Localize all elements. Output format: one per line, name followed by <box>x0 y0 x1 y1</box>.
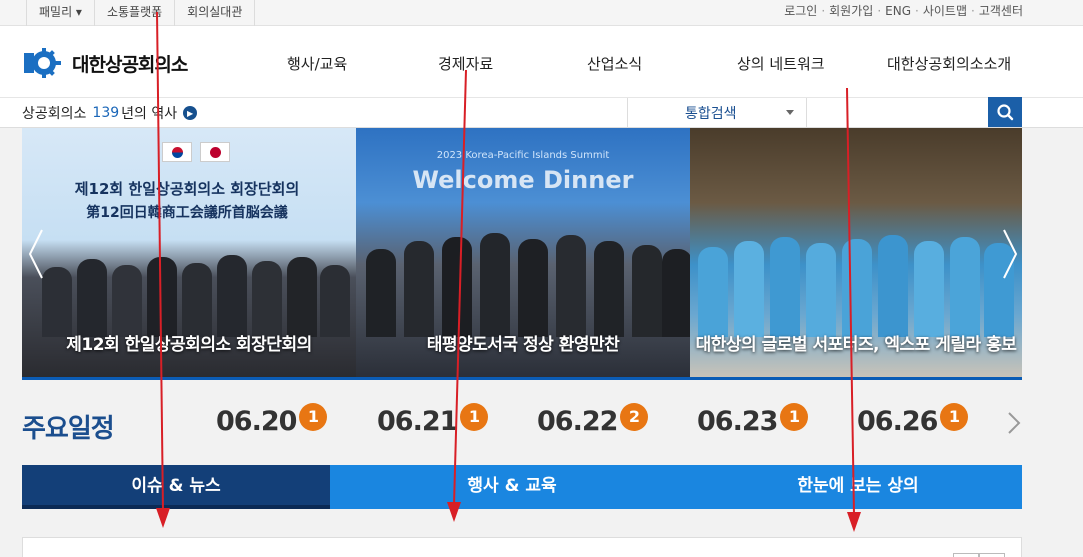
schedule-date: 06.22 <box>537 406 618 437</box>
chevron-right-icon[interactable] <box>1006 410 1022 436</box>
banner-slide[interactable]: 제12회 한일상공회의소 회장단회의 第12回日韓商工会議所首脳会議 제12회 … <box>22 128 356 377</box>
content-tabs: 이슈 & 뉴스 행사 & 교육 한눈에 보는 상의 <box>22 465 1022 509</box>
dropdown-caret-icon <box>786 110 794 115</box>
schedule-date: 06.20 <box>216 406 297 437</box>
schedule-date-item[interactable]: 06.23 1 <box>697 402 809 437</box>
nav-chamber-network[interactable]: 상의 네트워크 <box>737 26 825 102</box>
sub-bar: 상공회의소 139 년의 역사 ▶ 통합검색 <box>0 98 1083 128</box>
banner-slide[interactable]: 대한상의 글로벌 서포터즈, 엑스포 게릴라 홍보 <box>690 128 1022 377</box>
slide-headline: 제12회 한일상공회의소 회장단회의 <box>74 180 300 198</box>
sitemap-link[interactable]: 사이트맵 <box>923 0 967 22</box>
family-menu[interactable]: 패밀리 ▾ <box>26 0 95 26</box>
nav-events-education[interactable]: 행사/교육 <box>287 26 347 102</box>
separator: · <box>971 4 975 18</box>
schedule-date-item[interactable]: 06.20 1 <box>216 402 328 437</box>
top-utility-bar: 패밀리 ▾ 소통플랫폼 회의실대관 로그인 · 회원가입 · ENG · 사이트맵 · … <box>0 0 1083 26</box>
logo-text: 대한상공회의소 <box>72 53 188 76</box>
schedule-title: 주요일정 <box>22 414 115 444</box>
slide-welcome-text: Welcome Dinner <box>412 166 634 194</box>
search-input[interactable] <box>808 98 988 128</box>
meeting-room-rental-link[interactable]: 회의실대관 <box>175 0 256 26</box>
japan-flag <box>200 142 230 162</box>
tab-issue-news[interactable]: 이슈 & 뉴스 <box>22 465 330 509</box>
schedule-date: 06.21 <box>377 406 458 437</box>
schedule-count-badge: 1 <box>299 402 328 431</box>
search-icon <box>997 104 1014 121</box>
main-banner-carousel: 제12회 한일상공회의소 회장단회의 第12回日韓商工会議所首脳会議 제12회 … <box>22 128 1022 380</box>
tab-chamber-at-a-glance[interactable]: 한눈에 보는 상의 <box>694 465 1022 509</box>
site-logo[interactable]: 대한상공회의소 <box>22 47 188 79</box>
slide-summit-text: 2023 Korea-Pacific Islands Summit <box>436 150 610 161</box>
slide-caption: 태평양도서국 정상 환영만찬 <box>426 335 620 355</box>
annotation-arrowhead <box>847 512 861 532</box>
site-header: 대한상공회의소 행사/교육 경제자료 산업소식 상의 네트워크 대한상공회의소소… <box>0 26 1083 98</box>
utility-links: 로그인 · 회원가입 · ENG · 사이트맵 · 고객센터 <box>784 0 1023 22</box>
slide-caption: 대한상의 글로벌 서포터즈, 엑스포 게릴라 홍보 <box>695 335 1017 355</box>
tab-events-education[interactable]: 행사 & 교육 <box>330 465 694 509</box>
nav-economic-data[interactable]: 경제자료 <box>438 26 493 102</box>
slide-caption: 제12회 한일상공회의소 회장단회의 <box>66 335 312 355</box>
slide-subheadline: 第12回日韓商工会議所首脳会議 <box>86 205 288 221</box>
history-link[interactable]: 상공회의소 139 년의 역사 ▶ <box>22 103 198 123</box>
korea-flag <box>162 142 192 162</box>
separator: · <box>821 4 826 18</box>
communication-platform-link[interactable]: 소통플랫폼 <box>95 0 176 26</box>
history-suffix: 년의 역사 <box>121 106 178 122</box>
page: 패밀리 ▾ 소통플랫폼 회의실대관 로그인 · 회원가입 · ENG · 사이트맵 · … <box>0 0 1083 557</box>
photo-people <box>356 227 690 337</box>
photo-people <box>22 227 356 337</box>
chevron-left-icon[interactable] <box>26 226 46 282</box>
schedule-count-badge: 2 <box>620 402 649 431</box>
search-button[interactable] <box>988 97 1022 127</box>
history-prefix: 상공회의소 <box>22 106 87 122</box>
customer-center-link[interactable]: 고객센터 <box>979 0 1023 22</box>
tab-content-panel <box>22 537 1022 557</box>
nav-industry-news[interactable]: 산업소식 <box>587 26 642 102</box>
schedule-date: 06.26 <box>857 406 938 437</box>
pager-prev-button[interactable] <box>953 553 979 557</box>
search-scope-label: 통합검색 <box>685 106 737 122</box>
banner-slide[interactable]: 2023 Korea-Pacific Islands Summit Welcom… <box>356 128 690 377</box>
schedule-date-item[interactable]: 06.26 1 <box>857 402 969 437</box>
search-scope-select[interactable]: 통합검색 <box>627 98 807 128</box>
english-link[interactable]: ENG <box>885 0 911 22</box>
signup-link[interactable]: 회원가입 <box>829 0 873 22</box>
schedule-count-badge: 1 <box>460 402 489 431</box>
schedule-date-item[interactable]: 06.22 2 <box>537 402 649 437</box>
kcci-logo-icon <box>24 48 61 78</box>
login-link[interactable]: 로그인 <box>784 0 817 22</box>
schedule-date-item[interactable]: 06.21 1 <box>377 402 489 437</box>
history-years: 139 <box>92 105 120 121</box>
schedule-count-badge: 1 <box>940 402 969 431</box>
family-site-links: 패밀리 ▾ 소통플랫폼 회의실대관 <box>26 0 256 26</box>
key-schedule: 주요일정 06.20 1 06.21 1 06.22 2 06.23 1 06.… <box>22 398 1022 448</box>
play-circle-icon[interactable]: ▶ <box>183 106 198 120</box>
photo-people <box>690 227 1022 337</box>
schedule-date: 06.23 <box>697 406 778 437</box>
pager-next-button[interactable] <box>979 553 1005 557</box>
schedule-count-badge: 1 <box>780 402 809 431</box>
chevron-right-icon[interactable] <box>1000 226 1020 282</box>
nav-about-kcci[interactable]: 대한상공회의소소개 <box>887 26 1011 102</box>
annotation-arrowhead <box>156 508 170 528</box>
separator: · <box>915 4 919 18</box>
separator: · <box>877 4 882 18</box>
